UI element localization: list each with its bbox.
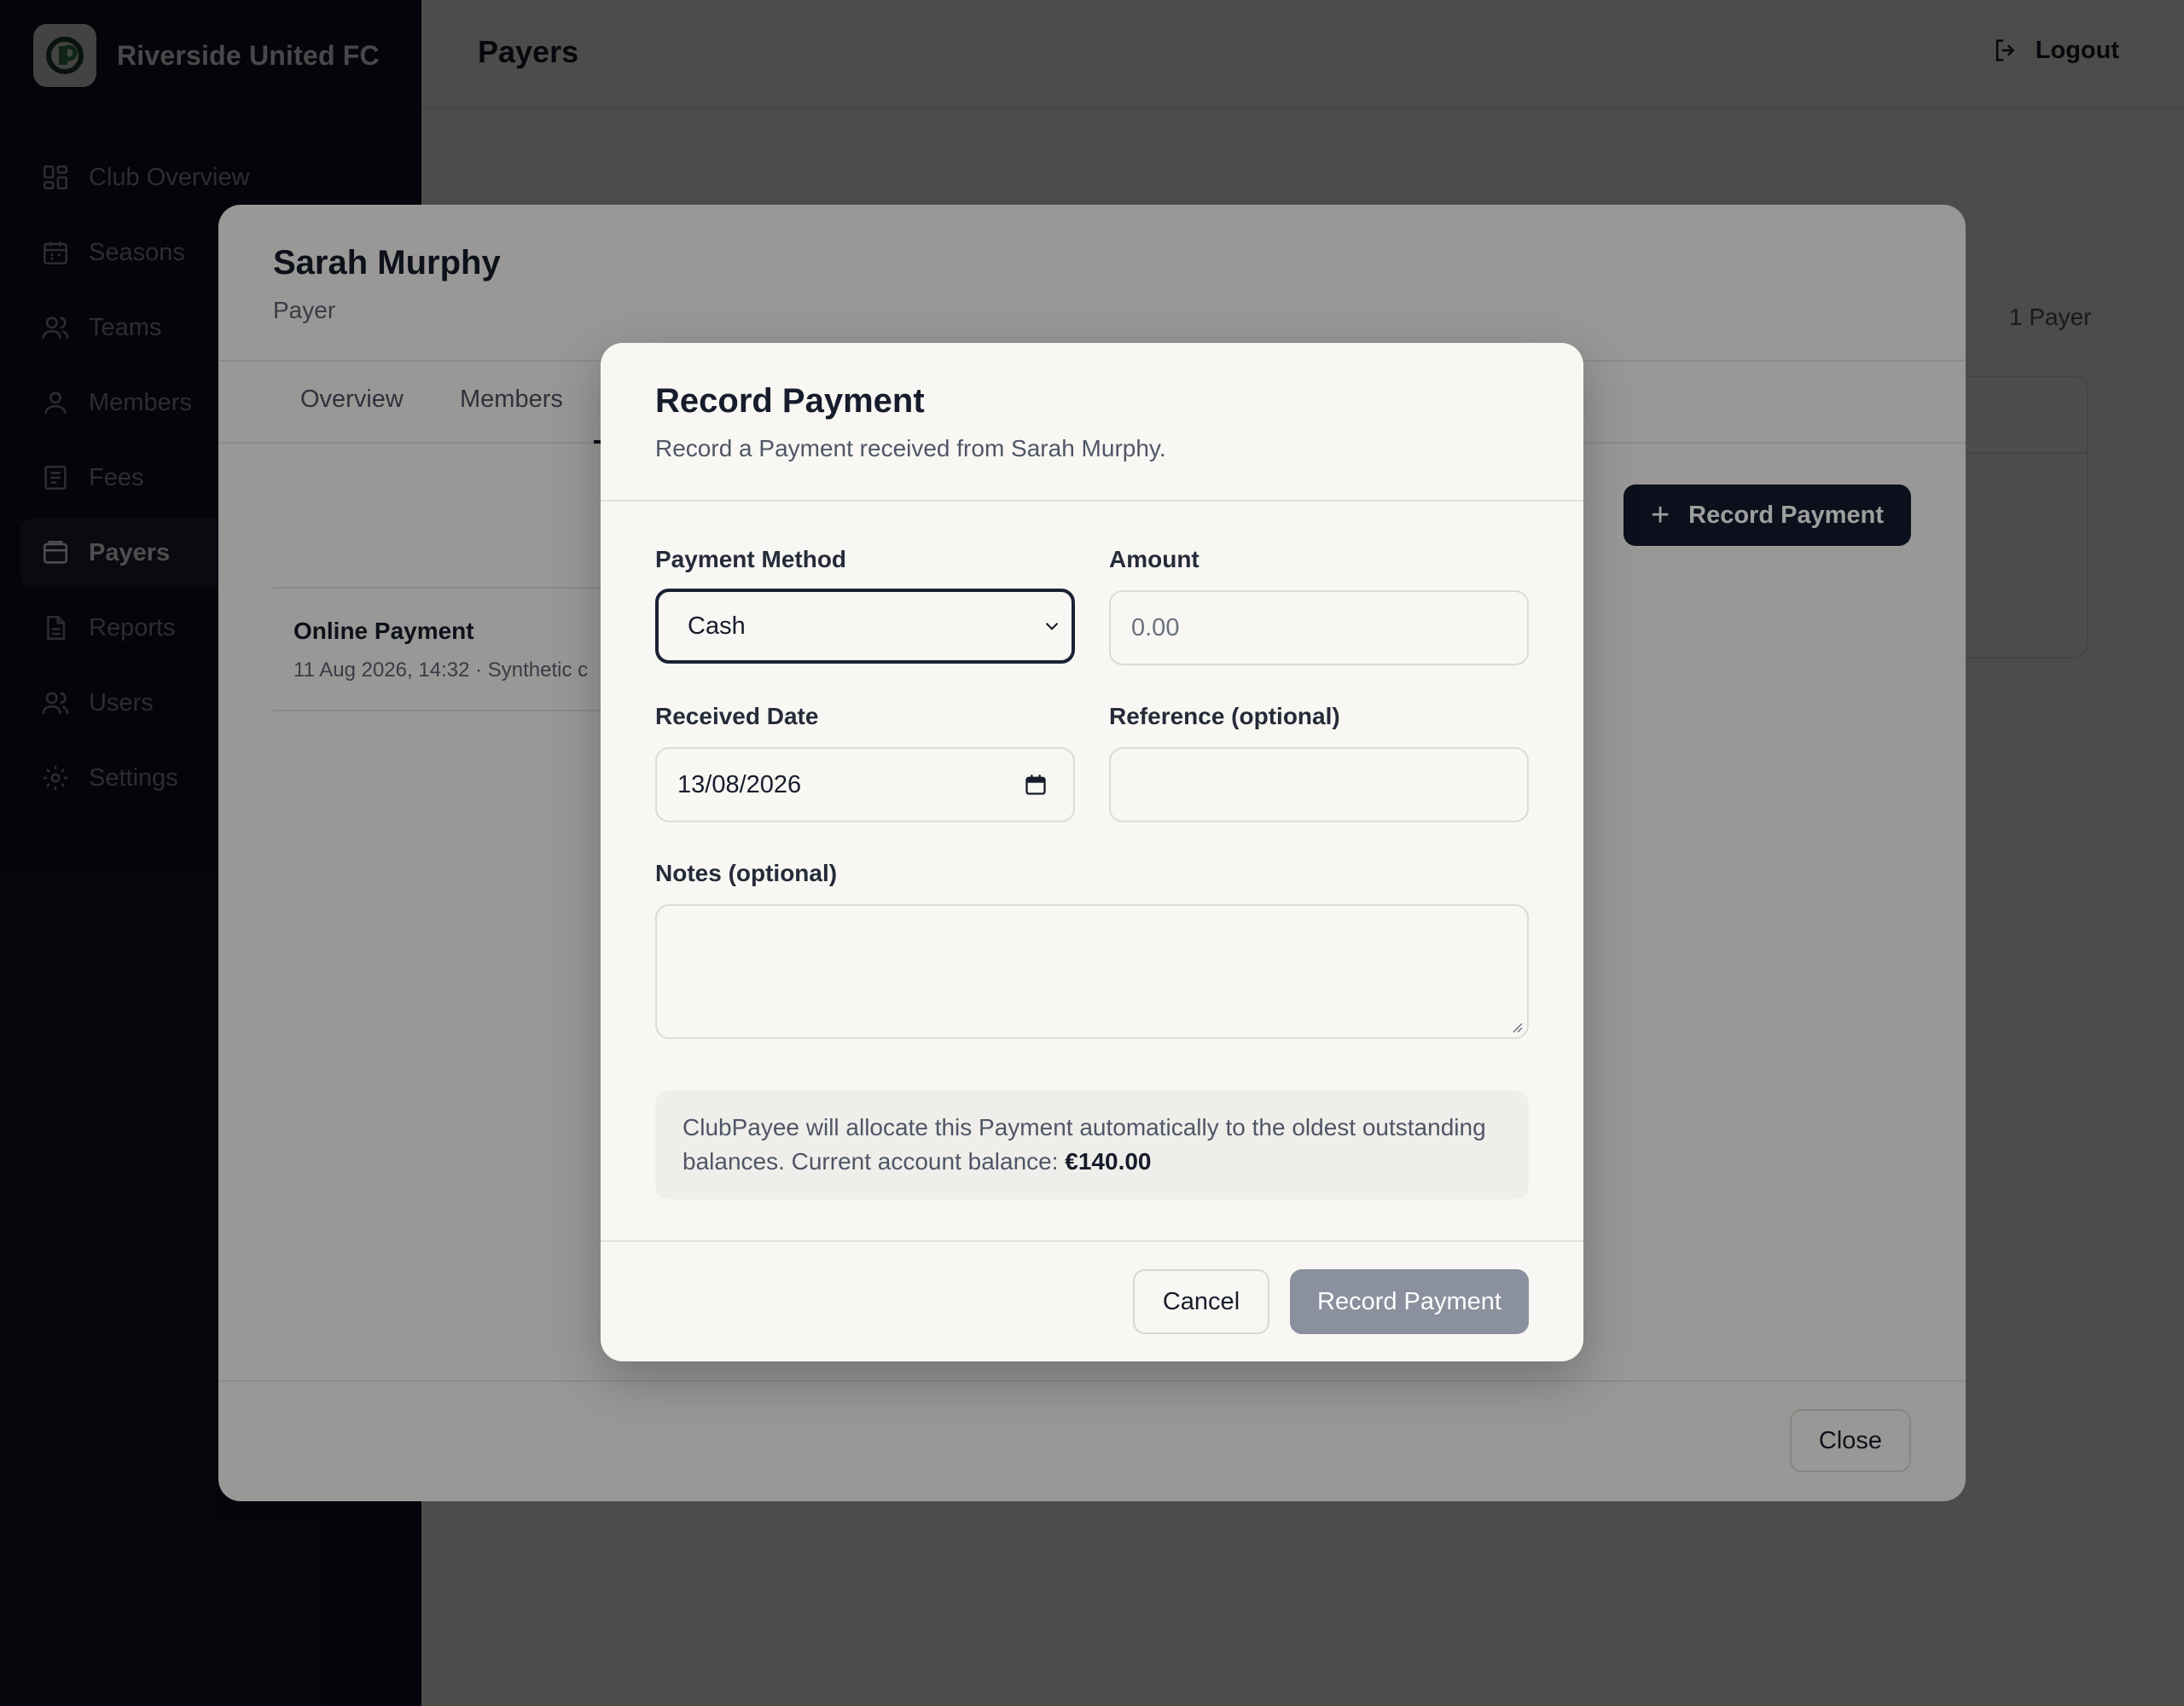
payment-method-label: Payment Method — [655, 546, 847, 572]
reference-label: Reference (optional) — [1109, 703, 1340, 729]
dialog-footer-divider — [601, 1240, 1583, 1242]
received-date-value: 13/08/2026 — [677, 770, 802, 798]
amount-placeholder: 0.00 — [1131, 613, 1180, 641]
calendar-icon[interactable] — [1024, 773, 1048, 797]
dialog-subtitle: Record a Payment received from Sarah Mur… — [655, 435, 1166, 461]
amount-input[interactable]: 0.00 — [1109, 590, 1529, 665]
payment-method-select[interactable]: Cash — [655, 589, 1075, 664]
record-payment-submit-button[interactable]: Record Payment — [1290, 1269, 1529, 1334]
payment-method-value: Cash — [688, 612, 746, 640]
account-balance: €140.00 — [1065, 1148, 1152, 1175]
received-date-label: Received Date — [655, 703, 819, 729]
notes-textarea[interactable] — [655, 904, 1529, 1039]
dialog-title: Record Payment — [655, 382, 925, 420]
notes-label: Notes (optional) — [655, 860, 838, 886]
record-payment-dialog: Record Payment Record a Payment received… — [601, 343, 1583, 1361]
resize-handle-icon[interactable] — [1510, 1020, 1524, 1034]
cancel-button[interactable]: Cancel — [1133, 1269, 1269, 1334]
chevron-down-icon — [1045, 622, 1059, 630]
dialog-header-divider — [601, 500, 1583, 502]
amount-label: Amount — [1109, 546, 1199, 572]
reference-input[interactable] — [1109, 747, 1529, 822]
allocation-info: ClubPayee will allocate this Payment aut… — [655, 1090, 1529, 1199]
received-date-input[interactable]: 13/08/2026 — [655, 747, 1075, 822]
